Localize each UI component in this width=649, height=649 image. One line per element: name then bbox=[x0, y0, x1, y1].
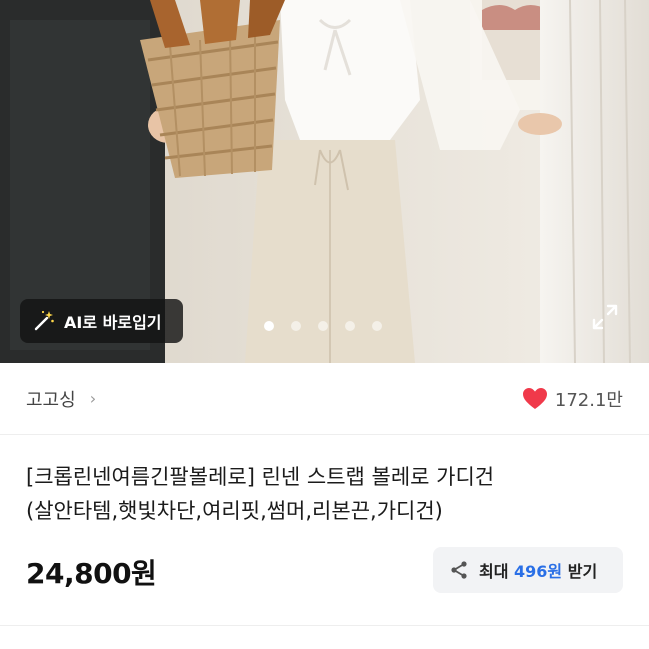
carousel-dot[interactable] bbox=[372, 321, 382, 331]
heart-icon bbox=[522, 387, 547, 409]
product-title: [크롭린넨여름긴팔볼레로] 린넨 스트랩 볼레로 가디건 (살안타템,햇빛차단,… bbox=[26, 460, 626, 528]
divider bbox=[0, 625, 649, 626]
ai-try-on-label: AI로 바로입기 bbox=[64, 313, 162, 332]
share-icon bbox=[451, 561, 467, 579]
product-title-line: [크롭린넨여름긴팔볼레로] 린넨 스트랩 볼레로 가디건 bbox=[26, 465, 495, 489]
like-count: 172.1만 bbox=[554, 389, 623, 411]
product-image-carousel[interactable]: AI로 바로입기 bbox=[0, 0, 649, 363]
seller-name-link[interactable]: 고고싱 bbox=[26, 386, 76, 412]
ai-try-on-button[interactable]: AI로 바로입기 bbox=[20, 299, 183, 343]
reward-prefix: 최대 bbox=[479, 562, 509, 581]
expand-icon[interactable] bbox=[590, 302, 620, 332]
carousel-dot[interactable] bbox=[345, 321, 355, 331]
reward-suffix: 받기 bbox=[567, 562, 598, 581]
carousel-dot[interactable] bbox=[264, 321, 274, 331]
reward-amount: 496원 bbox=[514, 562, 563, 581]
share-reward-button[interactable]: 최대 496원 받기 bbox=[433, 547, 623, 593]
reward-label: 최대 496원 받기 bbox=[479, 558, 597, 582]
chevron-right-icon: › bbox=[89, 389, 97, 408]
carousel-dot[interactable] bbox=[291, 321, 301, 331]
carousel-indicator bbox=[264, 321, 382, 331]
product-price: 24,800원 bbox=[26, 557, 157, 590]
carousel-dot[interactable] bbox=[318, 321, 328, 331]
seller-row: 고고싱 › 172.1만 bbox=[0, 363, 649, 435]
like-button[interactable]: 172.1만 bbox=[522, 386, 623, 412]
product-title-line: (살안타템,햇빛차단,여리핏,썸머,리본끈,가디건) bbox=[26, 499, 443, 523]
magic-wand-icon bbox=[32, 309, 56, 333]
